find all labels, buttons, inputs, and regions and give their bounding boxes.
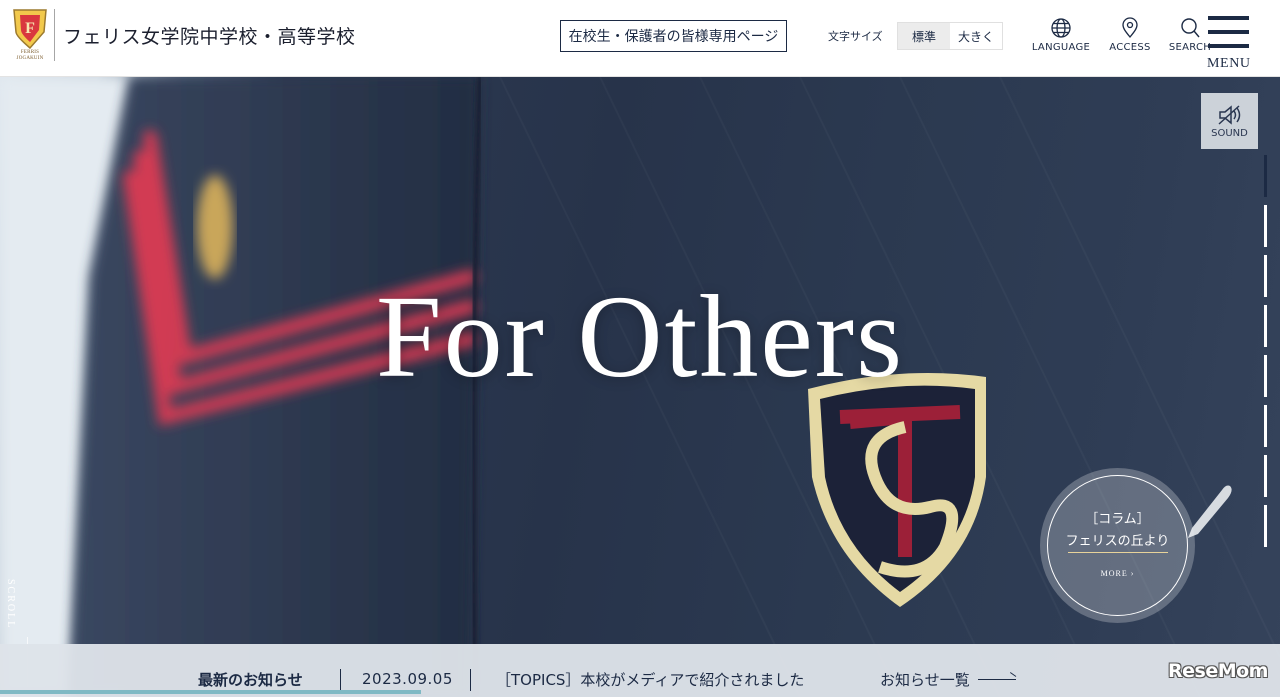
news-heading: 最新のお知らせ [198,671,303,689]
sound-muted-icon [1217,104,1240,125]
hamburger-bar-icon [1208,30,1249,34]
slide-dot[interactable] [1264,405,1267,447]
language-label: LANGUAGE [1031,42,1091,53]
logo-text-line1: FERRIS [20,50,40,55]
hero-tagline: For Others [375,271,904,402]
font-size-toggle: 標準 大きく [897,22,1003,50]
column-link[interactable]: ［コラム］ フェリスの丘より MORE › [1040,468,1195,623]
slide-progress-bar [0,690,421,694]
font-size-standard-button[interactable]: 標準 [898,23,950,49]
hamburger-bar-icon [1208,44,1249,48]
school-crest-icon: F FERRIS JOGAKUIN [10,6,50,64]
slide-dot[interactable] [1264,305,1267,347]
hamburger-bar-icon [1208,16,1249,20]
column-divider [1068,552,1168,553]
news-separator [470,669,471,691]
column-title-category: ［コラム］ [1085,512,1150,527]
slide-dot[interactable] [1264,505,1267,547]
school-logo[interactable]: F FERRIS JOGAKUIN フェリス女学院中学校・高等学校 [10,6,356,64]
sound-toggle-button[interactable]: SOUND [1201,93,1258,149]
svg-text:F: F [25,20,35,37]
slide-dot[interactable] [1264,455,1267,497]
news-item-link[interactable]: ［TOPICS］本校がメディアで紹介されました [496,669,804,690]
resemom-watermark-logo: ReseMom [1168,660,1268,682]
news-list-link[interactable]: お知らせ一覧 [880,669,1016,690]
search-icon [1181,18,1200,38]
language-button[interactable]: LANGUAGE [1030,17,1092,53]
column-more-link: MORE › [1100,569,1135,578]
font-size-label: 文字サイズ [828,30,883,43]
sound-label: SOUND [1211,127,1248,139]
logo-divider [54,9,55,61]
shield-emblem-icon [808,373,986,607]
menu-button[interactable]: MENU [1204,14,1254,72]
font-size-large-button[interactable]: 大きく [950,23,1002,49]
school-name: フェリス女学院中学校・高等学校 [63,25,356,48]
logo-text-line2: JOGAKUIN [16,56,44,61]
access-button[interactable]: ACCESS [1106,17,1154,53]
site-header: F FERRIS JOGAKUIN フェリス女学院中学校・高等学校 在校生・保護… [0,0,1280,77]
access-label: ACCESS [1109,42,1151,53]
slide-dot[interactable] [1264,155,1267,197]
slide-dot[interactable] [1264,255,1267,297]
column-title: フェリスの丘より [1065,534,1170,549]
news-separator [340,669,341,691]
news-list-label: お知らせ一覧 [880,671,970,689]
scroll-label: SCROLL [5,579,16,630]
parents-page-button[interactable]: 在校生・保護者の皆様専用ページ [560,20,787,52]
globe-icon [1051,18,1071,38]
arrow-right-icon [977,679,1016,680]
hero-slideshow: For Others SOUND SCROLL ［コラム］ フェリスの丘より M… [0,77,1280,697]
map-pin-icon [1122,17,1138,39]
slide-dot[interactable] [1264,205,1267,247]
slide-dot[interactable] [1264,355,1267,397]
menu-label: MENU [1207,56,1251,71]
fountain-pen-icon [1188,485,1232,538]
news-date: 2023.09.05 [362,670,453,688]
